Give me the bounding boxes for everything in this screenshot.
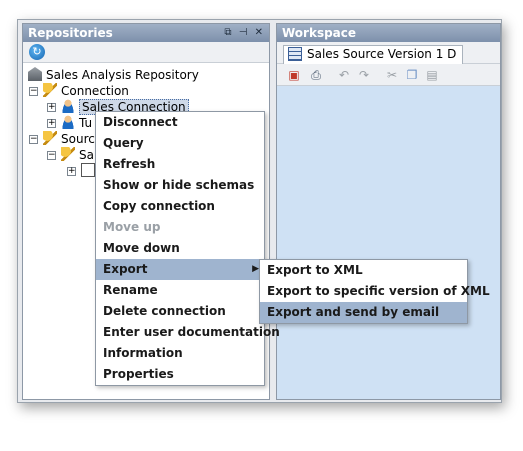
source-icon	[61, 147, 75, 161]
document-icon	[81, 163, 95, 177]
menu-item-rename[interactable]: Rename	[96, 280, 264, 301]
workspace-toolbar: ▣ ⎙ ↶ ↷ ✂ ❐ ▤	[277, 64, 500, 86]
collapse-icon[interactable]: −	[29, 87, 38, 96]
print-icon[interactable]: ⎙	[309, 68, 323, 82]
menu-item-export-specific-version-xml[interactable]: Export to specific version of XML	[260, 281, 490, 302]
tree-node-label: Sa	[79, 148, 94, 162]
repositories-titlebar: Repositories ⧉ ⊣ ✕	[23, 24, 269, 42]
repositories-toolbar: ↻	[23, 42, 269, 63]
panel-window-controls[interactable]: ⧉ ⊣ ✕	[224, 24, 265, 42]
expand-icon[interactable]: +	[47, 103, 56, 112]
menu-item-export-to-xml[interactable]: Export to XML	[260, 260, 467, 281]
repositories-title: Repositories	[28, 26, 113, 40]
tab-sales-source[interactable]: Sales Source Version 1 D	[283, 45, 464, 64]
redo-icon[interactable]: ↷	[357, 68, 371, 82]
pdf-icon[interactable]: ▣	[287, 68, 301, 82]
refresh-icon[interactable]: ↻	[29, 44, 45, 60]
tree-node-label: Connection	[61, 84, 129, 98]
expand-icon[interactable]: +	[67, 167, 76, 176]
tree-node-connection-2[interactable]: Tu	[61, 115, 92, 131]
tree-node-label: Tu	[79, 116, 93, 130]
cut-icon[interactable]: ✂	[385, 68, 399, 82]
context-menu: Disconnect Query Refresh Show or hide sc…	[95, 111, 280, 386]
tree-node-repository[interactable]: Sales Analysis Repository	[28, 67, 199, 83]
menu-item-properties[interactable]: Properties	[96, 364, 264, 385]
workspace-canvas[interactable]	[277, 86, 500, 399]
connection-user-icon	[61, 115, 75, 129]
menu-item-export[interactable]: Export ▶	[96, 259, 264, 280]
copy-icon[interactable]: ❐	[405, 68, 419, 82]
connection-user-icon	[61, 99, 75, 113]
menu-item-refresh[interactable]: Refresh	[96, 154, 264, 175]
undo-icon[interactable]: ↶	[337, 68, 351, 82]
paste-icon[interactable]: ▤	[425, 68, 439, 82]
workspace-tab-row: Sales Source Version 1 D	[277, 42, 500, 64]
workspace-title: Workspace	[282, 26, 357, 40]
tree-node-source[interactable]: Sa	[61, 147, 94, 163]
tree-node-connection[interactable]: Connection	[43, 83, 129, 99]
repository-icon	[28, 67, 42, 81]
collapse-icon[interactable]: −	[29, 135, 38, 144]
menu-item-show-hide-schemas[interactable]: Show or hide schemas	[96, 175, 264, 196]
tree-node-label: Sourc	[61, 132, 95, 146]
document-grid-icon	[288, 47, 302, 61]
source-folder-icon	[43, 131, 57, 145]
menu-item-export-send-email[interactable]: Export and send by email	[260, 302, 467, 323]
menu-item-disconnect[interactable]: Disconnect	[96, 112, 264, 133]
menu-item-copy-connection[interactable]: Copy connection	[96, 196, 264, 217]
workspace-titlebar: Workspace	[277, 24, 500, 42]
menu-item-query[interactable]: Query	[96, 133, 264, 154]
export-submenu: Export to XML Export to specific version…	[259, 259, 490, 324]
menu-item-move-up: Move up	[103, 220, 161, 234]
connection-folder-icon	[43, 83, 57, 97]
expand-icon[interactable]: +	[47, 119, 56, 128]
application-window: Repositories ⧉ ⊣ ✕ ↻ Sales Analysis Repo…	[17, 19, 502, 403]
tab-label: Sales Source Version 1 D	[307, 47, 457, 61]
menu-item-information[interactable]: Information	[96, 343, 264, 364]
submenu-arrow-icon: ▶	[252, 264, 259, 274]
menu-item-move-down[interactable]: Move down	[96, 238, 264, 259]
workspace-panel: Workspace Sales Source Version 1 D ▣ ⎙ ↶…	[276, 23, 501, 400]
collapse-icon[interactable]: −	[47, 151, 56, 160]
menu-item-delete-connection[interactable]: Delete connection	[96, 301, 264, 322]
menu-item-enter-user-documentation[interactable]: Enter user documentation	[96, 322, 280, 343]
tree-node-sources[interactable]: Sourc	[43, 131, 95, 147]
tree-node-label: Sales Analysis Repository	[46, 68, 199, 82]
